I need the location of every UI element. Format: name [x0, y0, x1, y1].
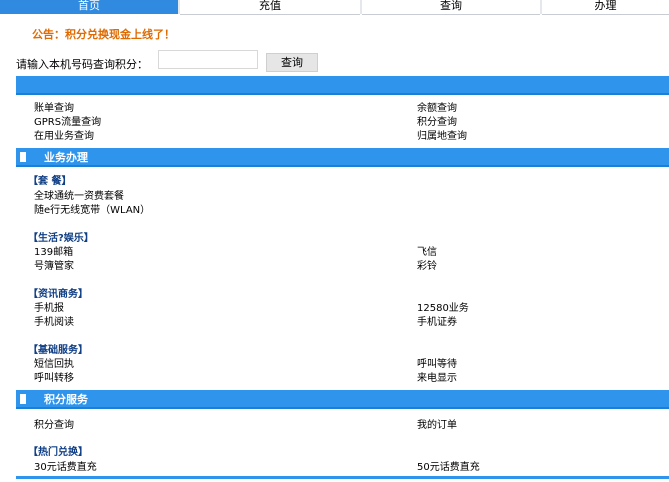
group-title-news: 【资讯商务】 — [28, 289, 88, 300]
tab-handle[interactable]: 办理 — [542, 0, 669, 15]
link-ringback[interactable]: 彩铃 — [417, 257, 437, 272]
section-marker-icon — [20, 394, 26, 404]
link-location-query[interactable]: 归属地查询 — [417, 127, 467, 142]
link-active-service-query[interactable]: 在用业务查询 — [34, 127, 94, 142]
link-sms-receipt[interactable]: 短信回执 — [34, 355, 74, 370]
group-title-hot: 【热门兑换】 — [28, 447, 88, 458]
link-caller-id[interactable]: 来电显示 — [417, 369, 457, 384]
group-title-basic: 【基础服务】 — [28, 345, 88, 356]
points-section-title: 积分服务 — [44, 393, 88, 406]
link-points-query[interactable]: 积分查询 — [417, 113, 457, 128]
link-gprs-query[interactable]: GPRS流量查询 — [34, 113, 101, 128]
link-global-package[interactable]: 全球通统一资费套餐 — [34, 187, 124, 202]
link-contacts-manager[interactable]: 号簿管家 — [34, 257, 74, 272]
points-query-label: 请输入本机号码查询积分： — [16, 58, 148, 71]
link-points-query-2[interactable]: 积分查询 — [34, 416, 74, 431]
group-title-packages: 【套 餐】 — [28, 176, 72, 187]
link-12580[interactable]: 12580业务 — [417, 299, 469, 314]
phone-number-input[interactable] — [158, 50, 258, 69]
tab-recharge[interactable]: 充值 — [180, 0, 360, 15]
link-mobile-news[interactable]: 手机报 — [34, 299, 64, 314]
link-bill-query[interactable]: 账单查询 — [34, 99, 74, 114]
tab-home[interactable]: 首页 — [0, 0, 178, 14]
tab-query[interactable]: 查询 — [362, 0, 540, 15]
section-marker-icon — [20, 152, 26, 162]
notice-text: 公告：积分兑换现金上线了！ — [32, 28, 175, 41]
link-30-topup[interactable]: 30元话费直充 — [34, 458, 97, 473]
link-50-topup[interactable]: 50元话费直充 — [417, 458, 480, 473]
group-title-life: 【生活?娱乐】 — [28, 233, 94, 244]
link-mobile-securities[interactable]: 手机证券 — [417, 313, 457, 328]
top-nav: 首页 充值 查询 办理 — [0, 0, 669, 15]
link-my-orders[interactable]: 我的订单 — [417, 416, 457, 431]
query-section-bar — [16, 76, 669, 95]
business-section-bar: 业务办理 — [16, 148, 669, 167]
bottom-divider — [16, 476, 669, 479]
link-mobile-reading[interactable]: 手机阅读 — [34, 313, 74, 328]
link-call-forward[interactable]: 呼叫转移 — [34, 369, 74, 384]
link-balance-query[interactable]: 余额查询 — [417, 99, 457, 114]
business-section-title: 业务办理 — [44, 151, 88, 164]
link-139-mail[interactable]: 139邮箱 — [34, 243, 73, 258]
link-call-waiting[interactable]: 呼叫等待 — [417, 355, 457, 370]
link-fetion[interactable]: 飞信 — [417, 243, 437, 258]
points-section-bar: 积分服务 — [16, 390, 669, 409]
query-button[interactable]: 查询 — [266, 53, 318, 72]
link-wlan[interactable]: 随e行无线宽带（WLAN） — [34, 201, 150, 216]
